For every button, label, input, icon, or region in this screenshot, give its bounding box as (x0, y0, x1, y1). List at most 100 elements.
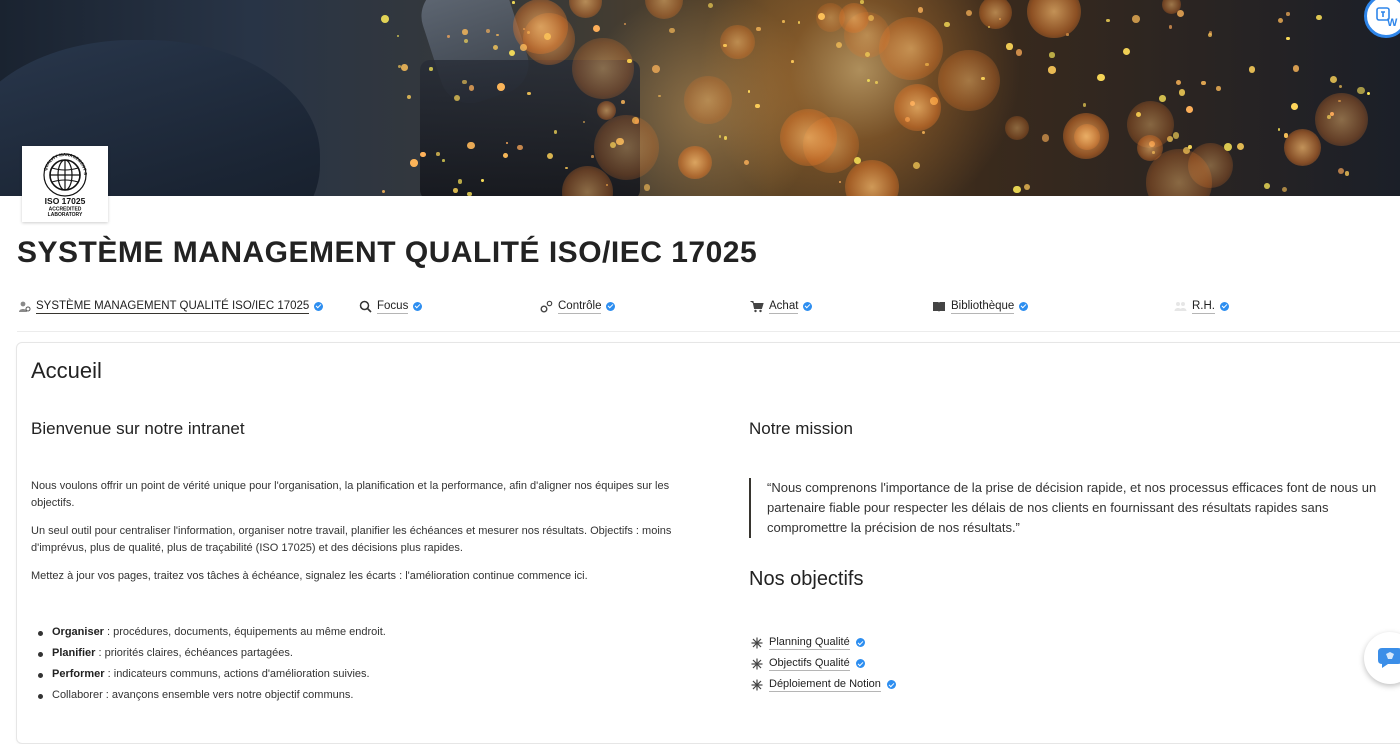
cover-spark (453, 188, 458, 193)
cover-spark (867, 78, 871, 82)
cover-spark (453, 94, 460, 101)
page-icon[interactable]: QUALITY MANAGEMENT SYSTEM ISO 17025 ACCR… (22, 146, 108, 222)
logo-line3: LABORATORY (48, 212, 83, 218)
cover-spark (1282, 186, 1288, 192)
objective-label: Objectifs Qualité (769, 656, 850, 671)
cover-spark (743, 160, 749, 166)
welcome-paragraph-2: Un seul outil pour centraliser l'informa… (31, 525, 672, 554)
cover-spark (1291, 103, 1299, 111)
cover-spark (457, 179, 462, 184)
cover-spark (1123, 47, 1131, 55)
objective-link-objectifs[interactable]: Objectifs Qualité (751, 653, 896, 674)
cover-spark (1186, 106, 1194, 114)
cover-spark (1366, 91, 1371, 96)
nav-item-bibliotheque[interactable]: Bibliothèque (932, 296, 1029, 316)
cover-spark (1357, 86, 1365, 95)
cover-spark (754, 103, 760, 109)
cover-spark (553, 130, 558, 134)
cover-spark (755, 26, 761, 32)
cover-spark (516, 144, 523, 151)
cover-spark (527, 91, 531, 96)
cover-spark (1168, 24, 1173, 29)
cover-spark (1178, 88, 1186, 96)
bullet-bold: Planifier (52, 647, 96, 659)
cover-spark (569, 0, 602, 18)
bullet-bold: Organiser (52, 626, 104, 638)
cover-spark (1285, 36, 1290, 41)
cover-spark (572, 37, 635, 100)
cover-spark (502, 153, 508, 158)
cover-spark (1216, 86, 1221, 91)
cover-spark (582, 120, 585, 123)
cover-spark (797, 21, 801, 24)
cover-spark (684, 76, 732, 124)
nav-item-smq[interactable]: SYSTÈME MANAGEMENT QUALITÉ ISO/IEC 17025 (18, 296, 324, 316)
nav-item-focus[interactable]: Focus (359, 296, 423, 316)
cover-spark (917, 7, 924, 14)
bullet-bold: Performer (52, 668, 105, 680)
cover-spark (520, 44, 527, 51)
cover-spark (447, 35, 450, 38)
cover-spark (1292, 65, 1300, 72)
bullet-text: : procédures, documents, équipements au … (103, 626, 386, 638)
objective-label: Déploiement de Notion (769, 677, 881, 692)
cover-spark (1175, 79, 1181, 85)
bullet-text: : indicateurs communs, actions d'amélior… (104, 668, 370, 680)
verified-icon (1019, 301, 1029, 311)
cover-spark (844, 159, 900, 196)
cover-spark (1224, 143, 1233, 152)
cart-icon (750, 300, 764, 312)
cover-spark (978, 0, 1013, 30)
page-title: SYSTÈME MANAGEMENT QUALITÉ ISO/IEC 17025 (17, 236, 758, 269)
cover-spark (720, 25, 755, 60)
cover-spark (467, 191, 472, 196)
cover-spark (436, 152, 440, 156)
cover-spark (481, 179, 484, 182)
cover-spark (912, 161, 921, 170)
sparkle-icon (751, 658, 763, 669)
cover-spark (1159, 95, 1166, 102)
cover-spark (620, 100, 625, 105)
cover-spark (441, 159, 445, 163)
cover-spark (835, 41, 843, 49)
cover-spark (1013, 185, 1021, 194)
objective-link-planning[interactable]: Planning Qualité (751, 632, 896, 653)
mission-heading: Notre mission (749, 419, 853, 438)
cover-spark (462, 29, 468, 35)
cover-spark (1106, 18, 1110, 22)
objective-link-deploiement[interactable]: Déploiement de Notion (751, 674, 896, 695)
cover-spark (462, 79, 467, 85)
goals-bullet-list: Organiser : procédures, documents, équip… (31, 624, 386, 708)
cover-spark (723, 43, 727, 48)
list-item: Performer : indicateurs communs, actions… (31, 666, 386, 687)
cover-spark (1201, 80, 1206, 85)
cover-spark (496, 83, 505, 91)
cover-spark (1277, 128, 1281, 132)
nav-item-rh[interactable]: R.H. (1174, 296, 1229, 316)
cover-spark (1283, 129, 1321, 167)
cover-spark (965, 10, 972, 17)
nav-item-controle[interactable]: Contrôle (540, 296, 616, 316)
cover-spark (944, 21, 950, 27)
objective-label: Planning Qualité (769, 635, 850, 650)
cover-spark (893, 83, 941, 132)
cover-spark (593, 24, 601, 33)
nav-item-achat[interactable]: Achat (750, 296, 813, 316)
cover-spark (1263, 182, 1270, 189)
cover-spark (938, 49, 1001, 112)
welcome-heading: Bienvenue sur notre intranet (31, 419, 245, 438)
cover-spark (624, 22, 627, 25)
iso-17025-logo: QUALITY MANAGEMENT SYSTEM ISO 17025 ACCR… (30, 149, 88, 218)
cover-spark (1330, 75, 1338, 83)
svg-text:W: W (1387, 17, 1398, 29)
cover-spark (1236, 142, 1245, 151)
cover-spark (1027, 0, 1081, 39)
cover-spark (1314, 92, 1369, 147)
cover-spark (677, 145, 712, 180)
top-nav: SYSTÈME MANAGEMENT QUALITÉ ISO/IEC 17025… (0, 296, 1400, 316)
verified-icon (855, 659, 865, 668)
cover-spark (406, 95, 411, 100)
cover-spark (382, 190, 386, 194)
cover-spark (591, 155, 594, 159)
cover-spark (1062, 112, 1109, 159)
